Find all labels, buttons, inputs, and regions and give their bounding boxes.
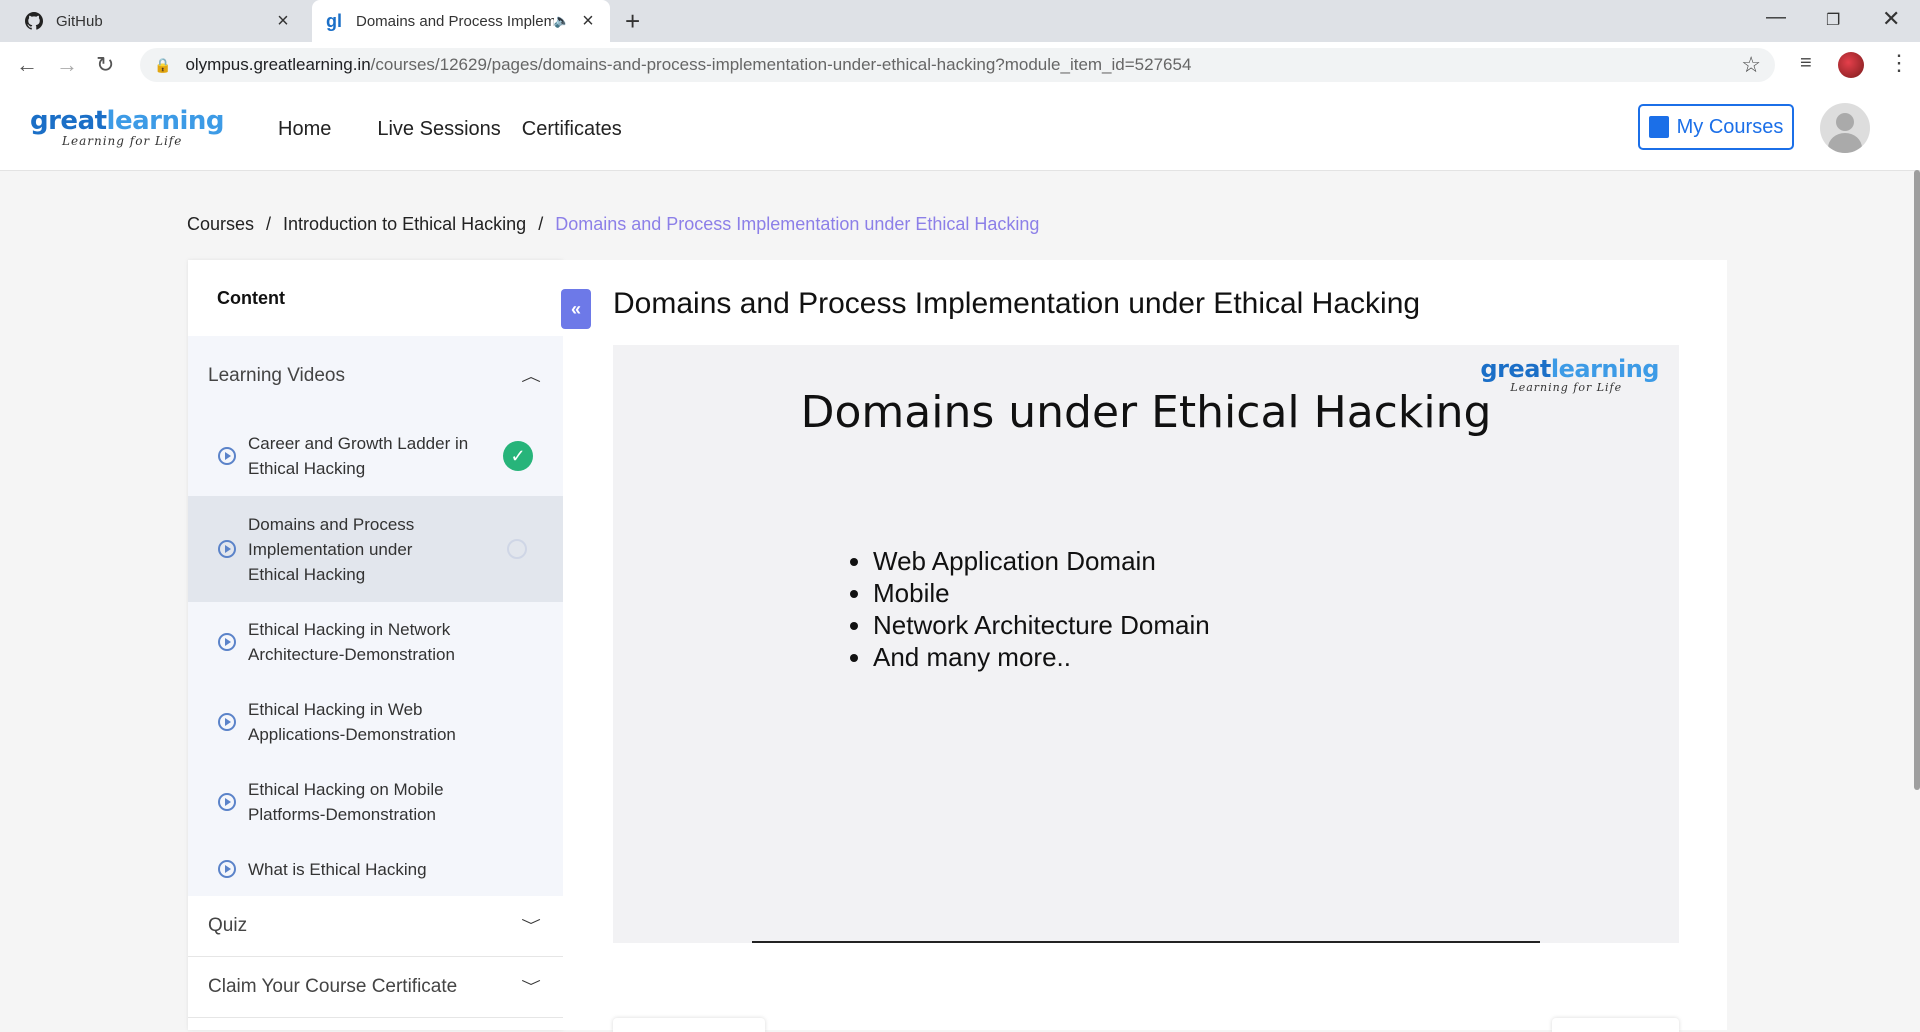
list-item[interactable]: Ethical Hacking in Web Applications-Demo… — [188, 682, 563, 762]
url-path: /courses/12629/pages/domains-and-process… — [370, 55, 1192, 74]
nav-certificates[interactable]: Certificates — [522, 118, 622, 141]
completed-check-icon: ✓ — [503, 441, 533, 471]
list-item[interactable]: Ethical Hacking in Network Architecture-… — [188, 602, 563, 682]
audio-icon[interactable]: 🔈 — [554, 13, 570, 29]
slide-logo-learning: learning — [1550, 355, 1660, 383]
section-title: Quiz — [208, 915, 248, 936]
tab-close-icon[interactable]: × — [578, 10, 598, 33]
tab-close-icon[interactable]: × — [273, 10, 293, 33]
my-courses-button[interactable]: My Courses — [1638, 104, 1794, 150]
browser-menu-icon[interactable]: ⋮ — [1888, 50, 1910, 76]
browser-profile-avatar[interactable] — [1838, 52, 1864, 78]
logo-text-learning: learning — [106, 106, 225, 136]
nav-live-sessions[interactable]: Live Sessions — [377, 118, 500, 141]
play-icon — [218, 793, 236, 811]
list-item-active[interactable]: Domains and Process Implementation under… — [188, 496, 563, 602]
sidebar-title: Content — [217, 287, 285, 308]
item-label: Ethical Hacking in Web Applications-Demo… — [248, 700, 456, 744]
play-icon — [218, 540, 236, 558]
section-title: Claim Your Course Certificate — [208, 976, 458, 997]
slide-bullet: Mobile — [873, 577, 1210, 609]
progress-spinner-icon — [507, 539, 527, 559]
section-toggle-quiz[interactable]: Quiz ﹀ — [188, 896, 563, 957]
back-icon[interactable]: ← — [16, 52, 38, 78]
reload-icon[interactable]: ↻ — [96, 52, 114, 78]
slide-bullet: And many more.. — [873, 641, 1210, 673]
tab-current[interactable]: gl Domains and Process Implem 🔈 × — [312, 0, 610, 42]
book-icon — [1648, 116, 1669, 138]
tab-title: Domains and Process Implem — [356, 12, 554, 30]
item-label: Ethical Hacking on Mobile Platforms-Demo… — [248, 780, 444, 824]
section-title: Learning Videos — [208, 365, 345, 386]
page-title: Domains and Process Implementation under… — [613, 287, 1421, 320]
user-avatar[interactable] — [1820, 103, 1870, 153]
section-toggle-certificate[interactable]: Claim Your Course Certificate ﹀ — [188, 957, 563, 1018]
slide-logo-great: great — [1480, 355, 1551, 383]
slide-title: Domains under Ethical Hacking — [800, 387, 1492, 438]
forward-icon[interactable]: → — [56, 52, 78, 78]
section-toggle-learning-videos[interactable]: Learning Videos ︿ — [188, 336, 563, 416]
address-bar: ← → ↻ 🔒 olympus.greatlearning.in/courses… — [0, 42, 1920, 89]
new-tab-button[interactable]: + — [625, 6, 640, 37]
play-icon — [218, 860, 236, 878]
browser-tab-strip: GitHub × gl Domains and Process Implem 🔈… — [0, 0, 1920, 42]
collapse-sidebar-button[interactable]: « — [561, 289, 591, 329]
slide-divider — [752, 941, 1540, 943]
chevron-up-icon: ︿ — [521, 368, 541, 384]
section-learning-videos: Learning Videos ︿ Career and Growth Ladd… — [188, 336, 563, 896]
greatlearning-logo[interactable]: greatlearning Learning for Life — [30, 106, 225, 148]
nav-home[interactable]: Home — [278, 118, 331, 141]
logo-tagline: Learning for Life — [62, 134, 183, 148]
lock-icon: 🔒 — [154, 56, 172, 73]
play-icon — [218, 713, 236, 731]
url-field[interactable]: 🔒 olympus.greatlearning.in/courses/12629… — [140, 48, 1775, 82]
content-sidebar: Content Learning Videos ︿ Career and Gro… — [188, 260, 563, 1030]
restore-icon[interactable]: ❐ — [1826, 10, 1840, 30]
item-label: Domains and Process Implementation under… — [248, 514, 415, 584]
greatlearning-icon: gl — [326, 10, 342, 31]
play-icon — [218, 633, 236, 651]
tab-github[interactable]: GitHub × — [0, 0, 305, 42]
list-item[interactable]: Ethical Hacking on Mobile Platforms-Demo… — [188, 762, 563, 842]
avatar-head — [1836, 113, 1854, 131]
my-courses-label: My Courses — [1676, 115, 1784, 138]
item-label: Ethical Hacking in Network Architecture-… — [248, 620, 455, 664]
item-label: Career and Growth Ladder in Ethical Hack… — [248, 434, 469, 478]
tab-title: GitHub — [56, 12, 103, 30]
main-nav: Home Live Sessions Certificates — [278, 118, 643, 141]
media-control-icon[interactable]: ≡ — [1800, 52, 1812, 75]
slide-bullets: Web Application Domain Mobile Network Ar… — [845, 545, 1210, 673]
breadcrumb-course[interactable]: Introduction to Ethical Hacking — [283, 214, 526, 235]
play-icon — [218, 447, 236, 465]
chevron-down-icon: ﹀ — [521, 979, 541, 995]
minimize-icon[interactable]: — — [1766, 6, 1786, 29]
page-scrollbar[interactable] — [1914, 170, 1920, 790]
item-label: What is Ethical Hacking — [248, 859, 427, 879]
logo-text-great: great — [30, 106, 107, 136]
site-header: greatlearning Learning for Life Home Liv… — [0, 88, 1920, 171]
list-item[interactable]: Career and Growth Ladder in Ethical Hack… — [188, 416, 563, 496]
breadcrumb-current: Domains and Process Implementation under… — [555, 214, 1040, 234]
video-player[interactable]: greatlearning Learning for Life Domains … — [613, 345, 1679, 943]
list-item[interactable]: What is Ethical Hacking — [188, 842, 563, 896]
slide-bullet: Web Application Domain — [873, 545, 1210, 577]
breadcrumb: Courses / Introduction to Ethical Hackin… — [187, 214, 1039, 235]
slide-bullet: Network Architecture Domain — [873, 609, 1210, 641]
github-icon — [24, 11, 44, 31]
bookmark-star-icon[interactable]: ☆ — [1741, 52, 1761, 78]
chevron-down-icon: ﹀ — [521, 918, 541, 934]
breadcrumb-separator: / — [266, 214, 272, 234]
breadcrumb-courses[interactable]: Courses — [187, 214, 254, 235]
url-host: olympus.greatlearning.in — [185, 55, 371, 74]
avatar-body — [1828, 133, 1862, 153]
window-close-icon[interactable]: ✕ — [1882, 6, 1900, 32]
breadcrumb-separator: / — [538, 214, 544, 234]
